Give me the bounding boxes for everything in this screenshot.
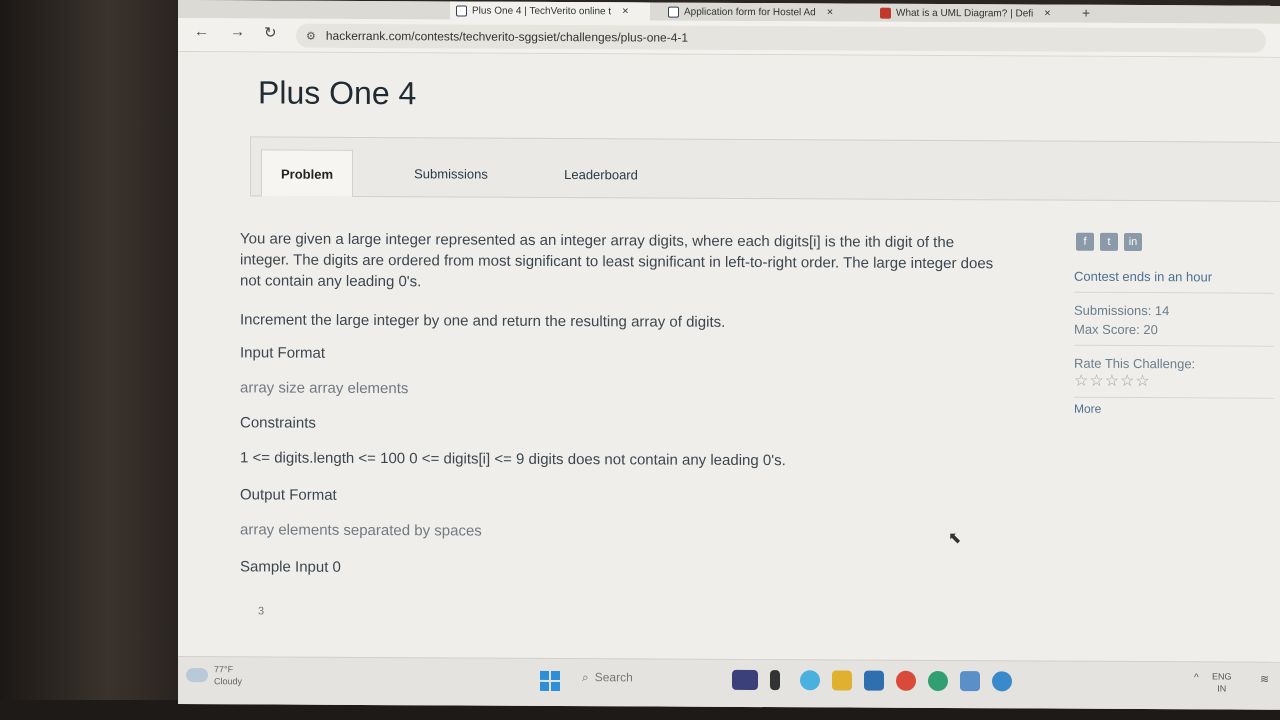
forms-favicon-icon — [668, 6, 679, 18]
facebook-icon[interactable]: f — [1076, 232, 1094, 251]
language-code: ENG — [1212, 671, 1232, 682]
submissions-count: Submissions: 14 — [1074, 302, 1170, 319]
browser-tab-plus-one[interactable]: Plus One 4 | TechVerito online t × — [450, 1, 650, 21]
taskbar-search-placeholder: Search — [594, 670, 633, 685]
copilot-icon[interactable] — [800, 670, 820, 691]
page: Plus One 4 Problem Submissions Leaderboa… — [178, 52, 1280, 662]
store-icon[interactable] — [864, 670, 884, 691]
max-score: Max Score: 20 — [1074, 321, 1158, 338]
tab-submissions[interactable]: Submissions — [391, 150, 511, 198]
wifi-icon[interactable]: ≋ — [1260, 673, 1269, 686]
hackerrank-favicon-icon — [456, 4, 467, 17]
problem-statement: You are given a large integer represente… — [240, 228, 1000, 621]
challenge-tabs: Problem Submissions Leaderboard — [250, 136, 1280, 202]
close-tab-icon[interactable]: × — [827, 6, 833, 18]
weather-widget[interactable]: 77°F Cloudy — [186, 663, 242, 687]
search-icon: ⌕ — [582, 670, 589, 685]
pinned-app-icon[interactable] — [732, 669, 758, 691]
windows-start-icon[interactable] — [540, 670, 560, 692]
tab-problem[interactable]: Problem — [261, 149, 353, 197]
problem-task: Increment the large integer by one and r… — [240, 311, 726, 331]
constraints-text: 1 <= digits.length <= 100 0 <= digits[i]… — [240, 449, 786, 470]
chrome-profile-icon[interactable] — [928, 670, 948, 692]
page-title: Plus One 4 — [258, 74, 417, 112]
reload-icon[interactable]: ↻ — [264, 23, 277, 41]
region-code: IN — [1217, 683, 1227, 694]
pinned-app-icon[interactable] — [992, 671, 1012, 692]
browser-tab-title: Plus One 4 | TechVerito online t — [472, 5, 612, 17]
chrome-icon[interactable] — [896, 670, 916, 691]
browser-tab-title: What is a UML Diagram? | Defi — [896, 7, 1034, 19]
linkedin-icon[interactable]: in — [1124, 232, 1142, 252]
divider — [1074, 344, 1274, 347]
address-bar[interactable]: ⚙ hackerrank.com/contests/techverito-sgg… — [296, 23, 1266, 53]
screen: Plus One 4 | TechVerito online t × Appli… — [178, 0, 1280, 710]
new-tab-button[interactable]: + — [1082, 5, 1090, 21]
mouse-pointer-icon: ⬉ — [948, 530, 962, 548]
rating-stars[interactable]: ☆☆☆☆☆ — [1074, 371, 1274, 392]
site-settings-icon[interactable]: ⚙ — [306, 29, 316, 42]
contest-ends-text: Contest ends in an hour — [1074, 268, 1213, 285]
sample-input-value: 3 — [258, 605, 265, 618]
browser-tab-uml[interactable]: What is a UML Diagram? | Defi × — [874, 4, 1074, 23]
close-tab-icon[interactable]: × — [1044, 8, 1050, 20]
weather-condition: Cloudy — [214, 676, 243, 687]
taskbar-search[interactable]: ⌕ Search — [582, 670, 633, 685]
chevron-up-icon[interactable]: ^ — [1194, 672, 1199, 683]
cloud-icon — [186, 668, 208, 683]
site-favicon-icon — [880, 7, 891, 19]
constraints-heading: Constraints — [240, 414, 316, 432]
sample-input-heading: Sample Input 0 — [240, 558, 341, 576]
browser-tab-title: Application form for Hostel Ad — [684, 6, 816, 18]
tab-leaderboard[interactable]: Leaderboard — [541, 151, 661, 199]
back-arrow-icon[interactable]: ← — [194, 23, 209, 40]
output-format-text: array elements separated by spaces — [240, 521, 482, 540]
browser-navbar: ← → ↻ ⚙ hackerrank.com/contests/techveri… — [178, 18, 1280, 58]
temperature: 77°F — [214, 664, 234, 675]
close-tab-icon[interactable]: × — [622, 5, 628, 17]
input-format-heading: Input Format — [240, 344, 326, 362]
challenge-sidebar: f t in Contest ends in an hour Submissio… — [1074, 232, 1274, 417]
rate-challenge-label: Rate This Challenge: — [1074, 355, 1196, 372]
pinned-app-icon[interactable] — [770, 670, 780, 691]
url-text[interactable]: hackerrank.com/contests/techverito-sggsi… — [326, 29, 688, 45]
input-format-text: array size array elements — [240, 379, 409, 398]
laptop-bezel-left — [0, 0, 180, 720]
language-indicator[interactable]: ENG IN — [1212, 670, 1232, 694]
more-link[interactable]: More — [1074, 402, 1274, 417]
twitter-icon[interactable]: t — [1100, 232, 1118, 251]
windows-taskbar: 77°F Cloudy ⌕ Search ^ ENG IN ≋ — [178, 656, 1280, 710]
file-explorer-icon[interactable] — [832, 670, 852, 691]
problem-description: You are given a large integer represente… — [240, 230, 994, 291]
divider — [1074, 396, 1274, 399]
pinned-app-icon[interactable] — [960, 671, 980, 692]
browser-tab-application-form[interactable]: Application form for Hostel Ad × — [662, 3, 862, 22]
social-share: f t in — [1076, 232, 1274, 252]
output-format-heading: Output Format — [240, 486, 337, 504]
divider — [1074, 291, 1274, 294]
forward-arrow-icon[interactable]: → — [230, 23, 245, 40]
